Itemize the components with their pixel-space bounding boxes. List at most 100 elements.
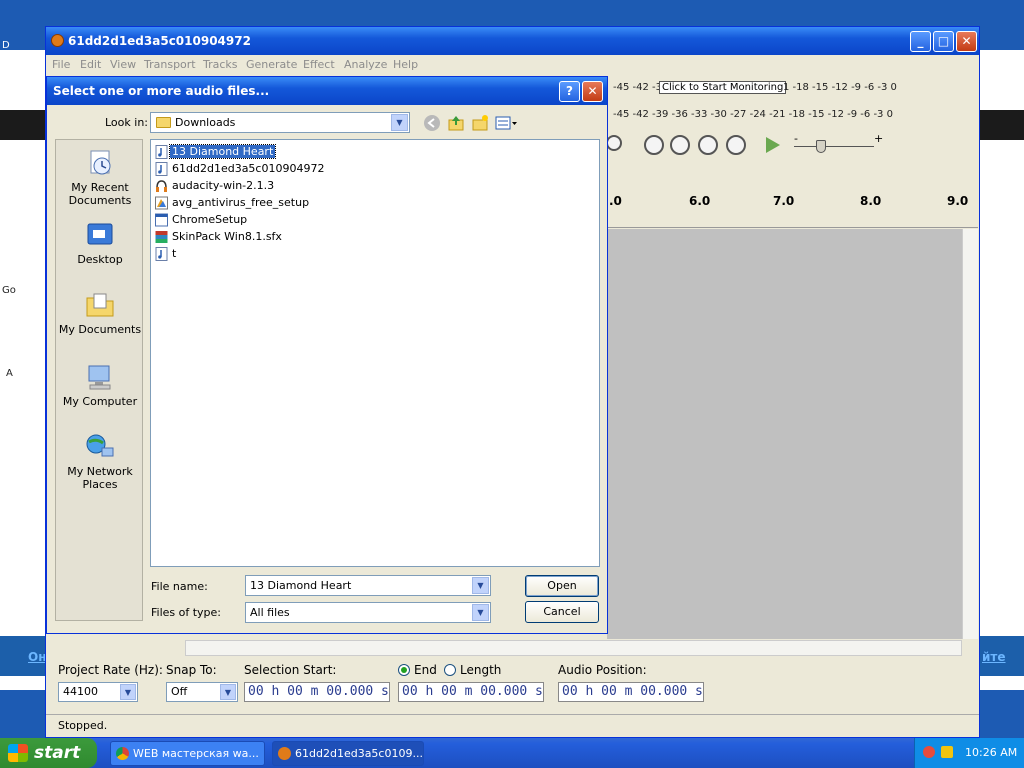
end-radio[interactable]: [398, 664, 410, 676]
avg-installer-icon: [155, 196, 168, 210]
headphones-icon: [156, 180, 167, 192]
chevron-down-icon: ▼: [220, 684, 236, 700]
project-rate-select[interactable]: 44100 ▼: [58, 682, 138, 702]
fit-project-icon[interactable]: [726, 135, 746, 155]
selection-end-time[interactable]: 00 h 00 m 00.000 s: [398, 682, 544, 702]
view-menu-icon[interactable]: [495, 114, 519, 132]
place-label: My Recent Documents: [68, 181, 132, 207]
file-name: 13 Diamond Heart: [168, 144, 277, 159]
place-desktop[interactable]: Desktop: [56, 220, 144, 266]
recording-meter[interactable]: -45 -42 -3: [613, 82, 662, 104]
open-button[interactable]: Open: [525, 575, 599, 597]
audacity-icon: [278, 747, 291, 760]
chevron-down-icon: ▼: [120, 684, 136, 700]
chevron-down-icon[interactable]: ▼: [472, 577, 489, 594]
file-name: 61dd2d1ed3a5c010904972: [172, 162, 325, 175]
monitor-tooltip[interactable]: Click to Start Monitoring: [659, 81, 787, 94]
audio-position-time[interactable]: 00 h 00 m 00.000 s: [558, 682, 704, 702]
timer-icon[interactable]: [606, 135, 622, 151]
place-my-computer[interactable]: My Computer: [56, 362, 144, 408]
speed-slider-thumb[interactable]: [816, 140, 826, 153]
snap-to-label: Snap To:: [166, 663, 217, 677]
menu-view[interactable]: View: [110, 58, 136, 71]
place-my-network-places[interactable]: My Network Places: [56, 432, 144, 491]
length-label: Length: [460, 663, 502, 677]
play-at-speed-icon[interactable]: [766, 137, 780, 153]
place-my-documents[interactable]: My Documents: [56, 290, 144, 336]
playback-meter[interactable]: -45 -42 -39 -36 -33 -30 -27 -24 -21 -18 …: [613, 109, 893, 131]
folder-icon: [156, 117, 171, 128]
slider-plus: +: [874, 132, 884, 145]
look-in-select[interactable]: Downloads ▼: [150, 112, 410, 133]
length-radio[interactable]: [444, 664, 456, 676]
up-folder-icon[interactable]: [447, 114, 465, 132]
timeline-ruler[interactable]: .0 6.0 7.0 8.0 9.0: [607, 188, 978, 228]
minimize-button[interactable]: _: [910, 31, 931, 52]
audio-position-label: Audio Position:: [558, 663, 647, 677]
chevron-down-icon: ▼: [391, 114, 408, 131]
menu-generate[interactable]: Generate: [246, 58, 297, 71]
ruler-tick: 8.0: [860, 194, 882, 208]
ruler-tick: 9.0: [947, 194, 969, 208]
file-list[interactable]: 13 Diamond Heart 61dd2d1ed3a5c010904972 …: [150, 139, 600, 567]
zoom-out-icon[interactable]: [670, 135, 690, 155]
start-button[interactable]: start: [0, 738, 97, 768]
tray-security-icon[interactable]: [923, 746, 935, 758]
chevron-down-icon[interactable]: ▼: [472, 604, 489, 621]
file-name-value: 13 Diamond Heart: [250, 579, 352, 592]
edit-toolbar: - +: [606, 130, 979, 160]
menu-bar: File Edit View Transport Tracks Generate…: [46, 55, 979, 75]
cancel-button[interactable]: Cancel: [525, 601, 599, 623]
menu-transport[interactable]: Transport: [144, 58, 196, 71]
meter-toolbar: -45 -42 -3 Click to Start Monitoring 1 -…: [613, 78, 933, 134]
menu-tracks[interactable]: Tracks: [203, 58, 238, 71]
place-label: Desktop: [77, 253, 123, 266]
meter-scale-right: 1 -18 -15 -12 -9 -6 -3 0: [783, 82, 897, 93]
file-type-select[interactable]: All files ▼: [245, 602, 491, 623]
horizontal-scrollbar[interactable]: [185, 640, 962, 656]
menu-effect[interactable]: Effect: [303, 58, 335, 71]
dialog-title: Select one or more audio files...: [53, 84, 270, 98]
file-type-value: All files: [250, 606, 290, 619]
snap-to-select[interactable]: Off ▼: [166, 682, 238, 702]
file-name: t: [172, 247, 177, 260]
close-button[interactable]: ✕: [956, 31, 977, 52]
background-link-right[interactable]: йте: [982, 650, 1006, 664]
zoom-in-icon[interactable]: [644, 135, 664, 155]
new-folder-icon[interactable]: [471, 114, 489, 132]
place-label: My Computer: [62, 395, 138, 408]
tray-volume-icon[interactable]: [941, 746, 953, 758]
menu-analyze[interactable]: Analyze: [344, 58, 387, 71]
maximize-button[interactable]: □: [933, 31, 954, 52]
menu-edit[interactable]: Edit: [80, 58, 101, 71]
open-file-dialog: Select one or more audio files... ? ✕ Lo…: [46, 76, 608, 634]
menu-file[interactable]: File: [52, 58, 70, 71]
clock: 10:26 AM: [965, 746, 1018, 759]
slider-minus: -: [794, 132, 798, 145]
fit-selection-icon[interactable]: [698, 135, 718, 155]
track-area[interactable]: [607, 229, 962, 639]
status-text: Stopped.: [58, 719, 108, 732]
background-link-left[interactable]: Он: [28, 650, 47, 664]
background-right-strip: [978, 50, 1024, 690]
status-bar: Stopped.: [46, 714, 979, 736]
audio-file-icon: [155, 247, 168, 261]
back-icon[interactable]: [423, 114, 441, 132]
dialog-close-button[interactable]: ✕: [582, 81, 603, 102]
look-in-value: Downloads: [175, 116, 236, 129]
vertical-scrollbar[interactable]: [962, 229, 978, 639]
taskbar-item-browser[interactable]: WEB мастерская wa...: [110, 741, 265, 766]
audacity-icon: [51, 34, 64, 47]
speed-slider-track[interactable]: [794, 146, 874, 147]
menu-help[interactable]: Help: [393, 58, 418, 71]
ruler-tick: 7.0: [773, 194, 795, 208]
project-rate-label: Project Rate (Hz):: [58, 663, 163, 677]
taskbar-item-audacity[interactable]: 61dd2d1ed3a5c0109...: [272, 741, 424, 766]
help-button[interactable]: ?: [559, 81, 580, 102]
file-name-input[interactable]: 13 Diamond Heart ▼: [245, 575, 491, 596]
start-label: start: [34, 743, 81, 763]
place-recent-documents[interactable]: My Recent Documents: [56, 148, 144, 207]
file-type-label: Files of type:: [151, 606, 222, 619]
selection-start-time[interactable]: 00 h 00 m 00.000 s: [244, 682, 390, 702]
file-name-label: File name:: [151, 580, 208, 593]
